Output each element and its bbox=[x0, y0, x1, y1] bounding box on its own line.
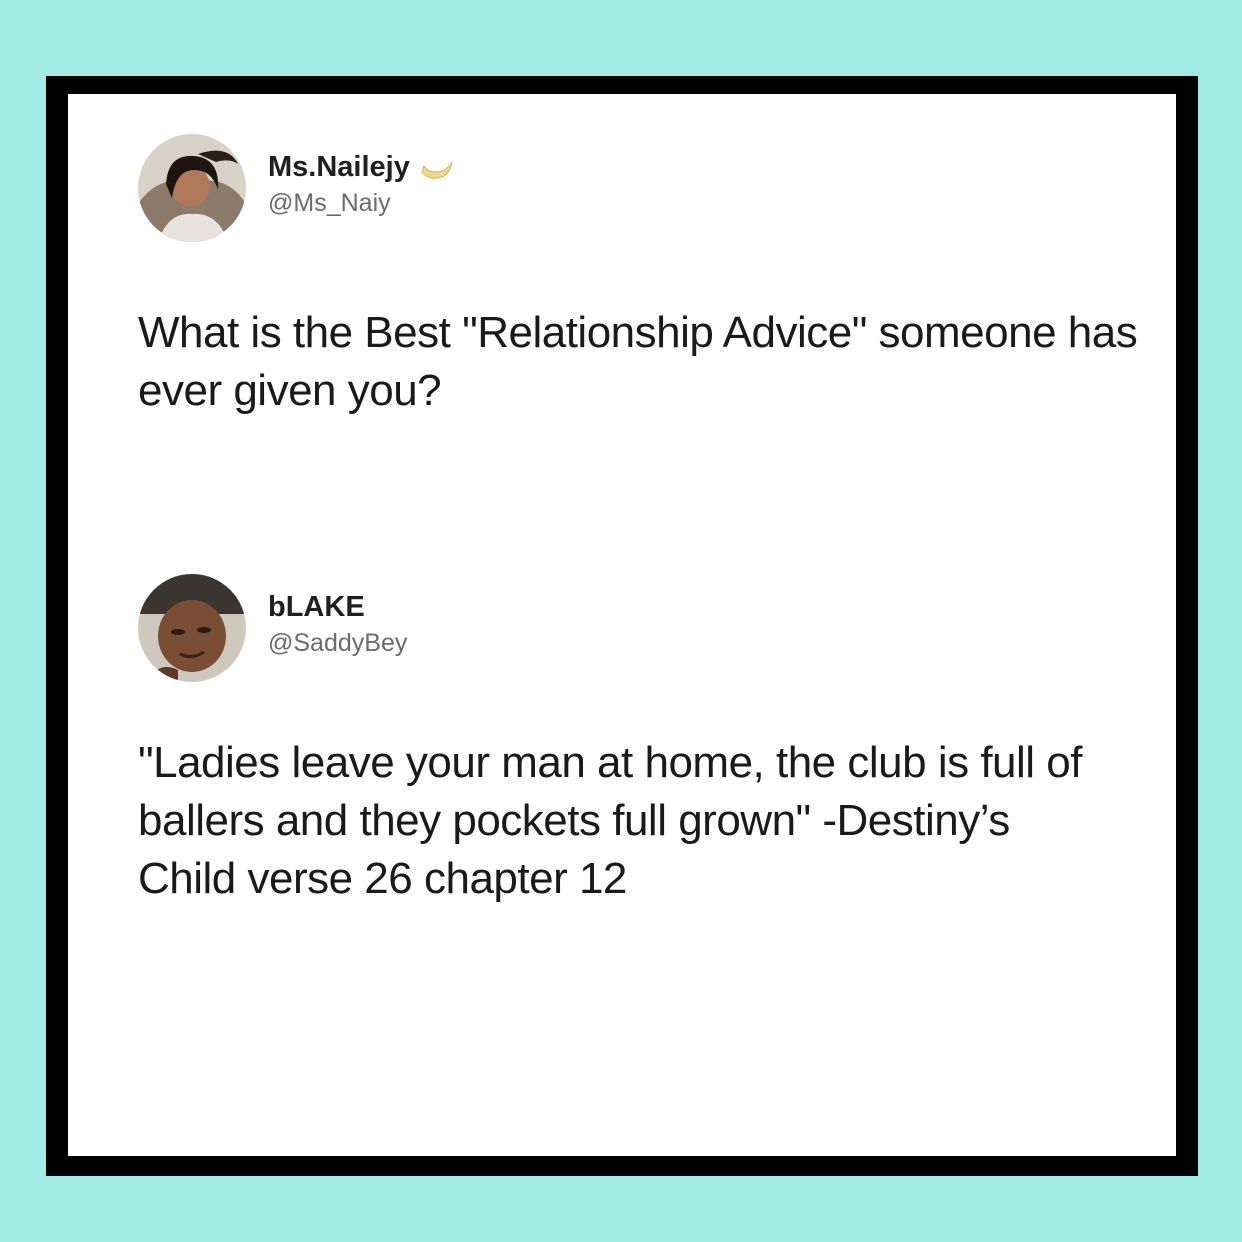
handle[interactable]: @Ms_Naiy bbox=[268, 186, 456, 220]
display-name-text: Ms.Nailejy bbox=[268, 151, 410, 183]
tweet-header: bLAKE @SaddyBey bbox=[138, 574, 1038, 684]
tweet-author: Ms.Nailejy @Ms_Naiy bbox=[268, 150, 456, 220]
display-name[interactable]: bLAKE bbox=[268, 590, 407, 624]
screenshot-card: Ms.Nailejy @Ms_Naiy What is the Best "Re… bbox=[68, 94, 1176, 1156]
woman-avatar-icon bbox=[138, 134, 246, 242]
tweet-author: bLAKE @SaddyBey bbox=[268, 590, 407, 660]
man-avatar-icon bbox=[138, 574, 246, 682]
handle[interactable]: @SaddyBey bbox=[268, 626, 407, 660]
display-name-text: bLAKE bbox=[268, 591, 365, 623]
tweet-header: Ms.Nailejy @Ms_Naiy bbox=[138, 134, 1038, 244]
tweet-text: What is the Best "Relationship Advice" s… bbox=[138, 308, 1138, 415]
display-name[interactable]: Ms.Nailejy bbox=[268, 150, 456, 184]
avatar[interactable] bbox=[138, 574, 246, 682]
crescent-moon-icon bbox=[421, 161, 453, 179]
avatar[interactable] bbox=[138, 134, 246, 242]
tweet-text: "Ladies leave your man at home, the club… bbox=[138, 738, 1082, 903]
